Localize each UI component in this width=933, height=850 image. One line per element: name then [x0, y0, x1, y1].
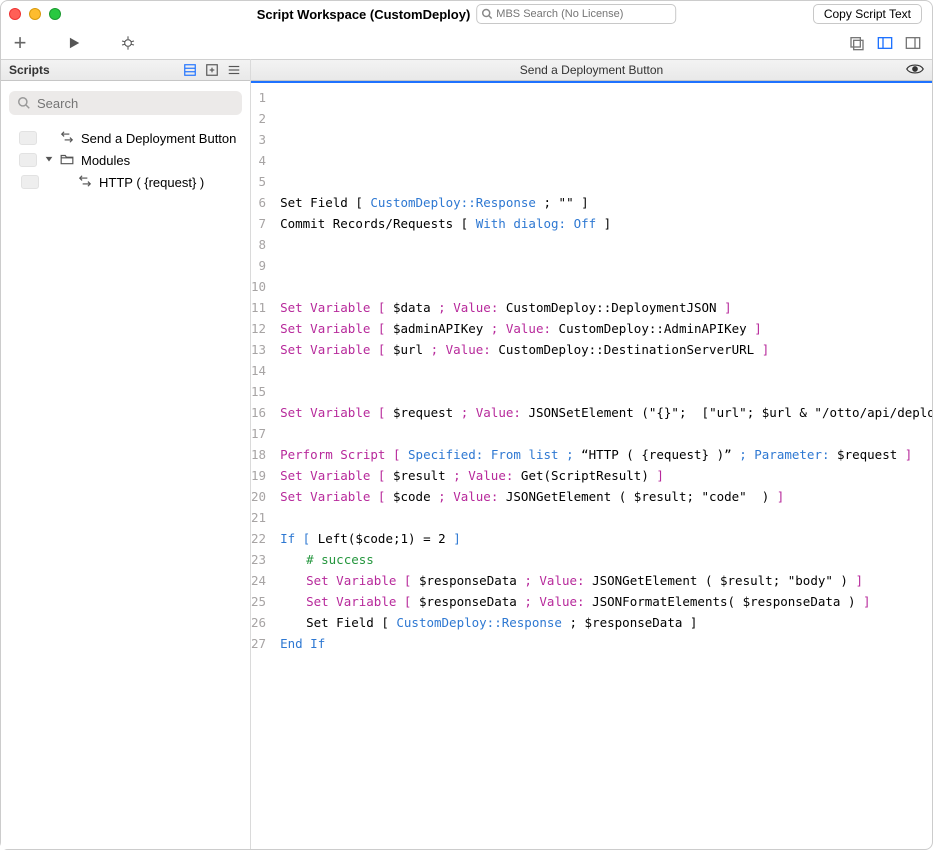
sidebar-header: Scripts: [1, 59, 250, 81]
editor-title: Send a Deployment Button: [520, 63, 663, 77]
sidebar-search[interactable]: [9, 91, 242, 115]
panels-icon-left[interactable]: [876, 34, 894, 52]
sidebar-icon-lines[interactable]: [226, 62, 242, 78]
run-script-button[interactable]: [65, 34, 83, 52]
tree-label: Modules: [81, 153, 130, 168]
close-window-button[interactable]: [9, 8, 21, 20]
tree-item-folder[interactable]: Modules: [1, 149, 250, 171]
panels-icon-1[interactable]: [848, 34, 866, 52]
tree-item-script[interactable]: HTTP ( {request} ): [1, 171, 250, 193]
panels-icon-right[interactable]: [904, 34, 922, 52]
traffic-lights: [9, 8, 61, 20]
editor: Send a Deployment Button 123456789101112…: [251, 59, 932, 849]
mbs-search-field[interactable]: [476, 4, 676, 24]
tree-label: Send a Deployment Button: [81, 131, 236, 146]
sidebar-icon-list[interactable]: [182, 62, 198, 78]
maximize-window-button[interactable]: [49, 8, 61, 20]
search-icon: [17, 96, 31, 110]
sidebar-icon-add-folder[interactable]: [204, 62, 220, 78]
sidebar: Scripts: [1, 59, 251, 849]
script-icon: [59, 130, 75, 147]
visibility-icon[interactable]: [906, 62, 924, 79]
editor-header: Send a Deployment Button: [251, 59, 932, 81]
code-area[interactable]: 1234567891011121314151617181920212223242…: [251, 83, 932, 849]
code-content[interactable]: Set Field [ CustomDeploy::Response ; "" …: [270, 83, 932, 849]
tree-checkbox[interactable]: [19, 153, 37, 167]
tree-checkbox[interactable]: [19, 131, 37, 145]
folder-icon: [59, 153, 75, 168]
search-icon: [481, 8, 493, 20]
tree-label: HTTP ( {request} ): [99, 175, 204, 190]
add-script-button[interactable]: +: [11, 34, 29, 52]
titlebar: Script Workspace (CustomDeploy) Copy Scr…: [1, 1, 932, 27]
copy-script-button[interactable]: Copy Script Text: [813, 4, 922, 24]
line-gutter: 1234567891011121314151617181920212223242…: [251, 83, 270, 849]
minimize-window-button[interactable]: [29, 8, 41, 20]
sidebar-title: Scripts: [9, 63, 182, 77]
disclosure-triangle-icon[interactable]: [43, 154, 55, 167]
script-icon: [77, 174, 93, 191]
mbs-search-input[interactable]: [496, 8, 671, 20]
tree-checkbox[interactable]: [21, 175, 39, 189]
content: Scripts: [1, 59, 932, 849]
debug-button[interactable]: [119, 34, 137, 52]
window-title: Script Workspace (CustomDeploy): [257, 7, 471, 22]
sidebar-search-input[interactable]: [37, 96, 234, 111]
script-tree: Send a Deployment Button Modules HTTP ( …: [1, 123, 250, 197]
toolbar: +: [1, 27, 932, 59]
tree-item-script[interactable]: Send a Deployment Button: [1, 127, 250, 149]
